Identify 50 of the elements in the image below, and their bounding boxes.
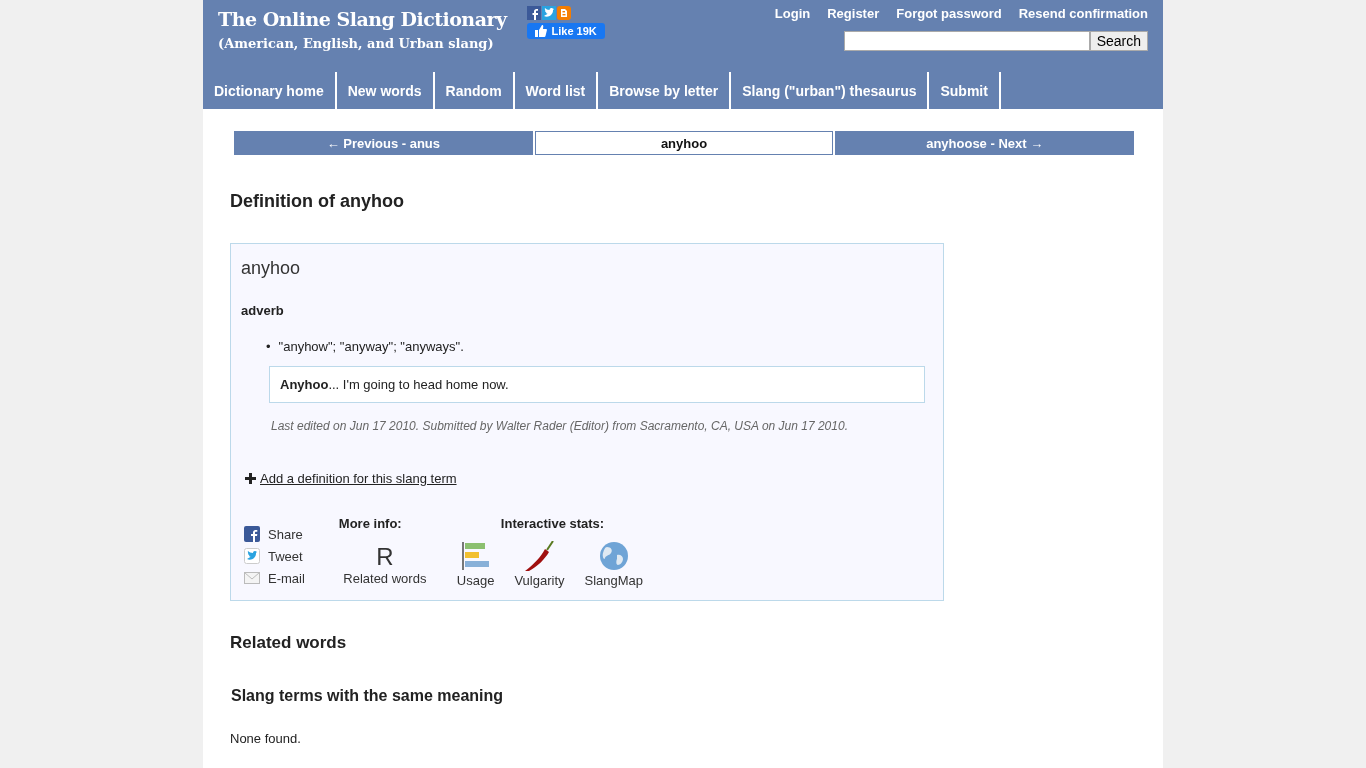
bird-icon[interactable] [244,548,260,564]
nav-link[interactable]: Browse by letter [598,72,732,109]
stat-link[interactable]: SlangMap [584,573,644,588]
stats-title: Interactive stats: [500,516,605,531]
account-link[interactable]: Resend confirmation [1018,6,1148,21]
example-quote: Anyhoo... I'm going to head home now. [269,366,925,403]
part-of-speech: adverb [241,303,285,318]
globe-icon[interactable] [598,541,629,571]
bird-icon[interactable] [541,6,556,20]
share-link[interactable]: Tweet [268,548,303,564]
plus-icon [245,473,256,484]
search-button[interactable]: Search [1089,31,1148,51]
page-heading: Definition of anyhoo [230,191,405,212]
thumbs-up-icon [534,25,547,37]
section-heading: Related words [230,633,348,653]
like-button[interactable]: Like 19K [526,23,605,39]
bar-chart-icon[interactable] [460,541,491,571]
stat-link[interactable]: Vulgarity [514,573,565,588]
more-info-title: More info: [338,516,402,531]
nav-link[interactable]: New words [336,72,435,109]
entry-word: anyhoo [241,258,302,279]
site-subtitle: (American, English, and Urban slang) [218,36,495,51]
empty-message: None found. [230,731,302,746]
account-link[interactable]: Login [774,6,811,21]
add-definition-link[interactable]: Add a definition for this slang term [260,471,457,486]
edit-note: Last edited on Jun 17 2010. Submitted by Walter Rader (Editor) from Sacramento, CA, USA on Jun 17 2010. [271,419,849,433]
subsection-heading: Slang terms with the same meaning [231,687,505,705]
definition-text: "anyhow"; "anyway"; "anyways". [278,338,464,356]
related-words-link[interactable]: Related words [343,571,427,586]
share-link[interactable]: E-mail [268,570,305,586]
nav-link[interactable]: Slang ("urban") thesaurus [731,72,930,109]
nav-link[interactable]: Random [434,72,515,109]
related-letter-icon[interactable]: R [376,543,394,571]
site-title[interactable]: The Online Slang Dictionary [218,6,507,30]
facebook-icon[interactable] [526,6,541,20]
pager-button[interactable]: anyhoo [534,131,834,155]
search-field[interactable] [843,31,1090,51]
chili-pepper-icon[interactable] [523,541,556,571]
account-link[interactable]: Forgot password [896,6,1002,21]
account-link[interactable]: Register [827,6,880,21]
bullet-icon: • [266,338,271,356]
stat-link[interactable]: Usage [456,573,495,588]
nav-link[interactable]: Word list [514,72,599,109]
nav-link[interactable]: Submit [929,72,1001,109]
blog-icon[interactable] [556,6,571,20]
share-link[interactable]: Share [268,526,303,542]
pager-button[interactable]: ← Previous - anus [234,131,533,155]
nav-link[interactable]: Dictionary home [203,72,337,109]
facebook-icon[interactable] [244,526,260,542]
pager-button[interactable]: anyhoose - Next → [835,131,1134,155]
